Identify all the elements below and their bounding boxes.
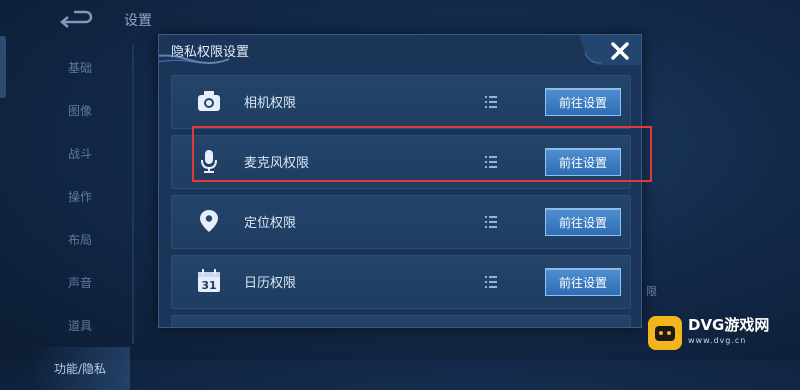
list-icon — [485, 216, 497, 228]
watermark: DVG游戏网 www.dvg.cn — [648, 312, 798, 354]
list-icon — [485, 156, 497, 168]
calendar-icon: 31 — [198, 269, 220, 292]
privacy-permission-dialog: 隐私权限设置 相机权限 前往设置 麦克风权限 前往设置 定位权限 前往设置 31… — [158, 34, 642, 328]
calendar-day-number: 31 — [201, 279, 216, 292]
close-icon[interactable] — [609, 40, 631, 62]
permission-row-microphone: 麦克风权限 前往设置 — [171, 135, 631, 189]
menu-item-basic[interactable]: 基础 — [30, 46, 130, 89]
permission-label: 日历权限 — [244, 276, 297, 291]
list-icon — [485, 96, 497, 108]
go-settings-button[interactable]: 前往设置 — [545, 268, 621, 296]
list-icon — [485, 276, 497, 288]
settings-menu: 基础 图像 战斗 操作 布局 声音 道具 功能/隐私 — [30, 46, 130, 390]
watermark-brand: DVG游戏网 — [688, 316, 770, 334]
go-settings-button[interactable]: 前往设置 — [545, 148, 621, 176]
dialog-header: 隐私权限设置 — [159, 35, 641, 65]
menu-item-sound[interactable]: 声音 — [30, 261, 130, 304]
microphone-icon — [201, 150, 217, 173]
brand-logo-icon — [648, 316, 682, 350]
settings-title: 设置 — [124, 13, 152, 29]
permission-row-calendar: 31 日历权限 前往设置 — [171, 255, 631, 309]
permission-list: 相机权限 前往设置 麦克风权限 前往设置 定位权限 前往设置 31 日历权限 前… — [171, 75, 631, 327]
menu-item-battle[interactable]: 战斗 — [30, 132, 130, 175]
permission-row-location: 定位权限 前往设置 — [171, 195, 631, 249]
menu-item-items[interactable]: 道具 — [30, 304, 130, 347]
menu-item-controls[interactable]: 操作 — [30, 175, 130, 218]
go-settings-button[interactable]: 前往设置 — [545, 88, 621, 116]
menu-divider — [132, 44, 134, 344]
permission-label: 定位权限 — [244, 216, 297, 231]
swirl-ornament-icon — [159, 54, 230, 64]
permission-row-partial — [171, 315, 631, 327]
menu-item-layout[interactable]: 布局 — [30, 218, 130, 261]
permission-row-camera: 相机权限 前往设置 — [171, 75, 631, 129]
go-settings-button[interactable]: 前往设置 — [545, 208, 621, 236]
permission-label: 麦克风权限 — [244, 156, 310, 171]
watermark-url: www.dvg.cn — [688, 336, 747, 345]
menu-item-privacy[interactable]: 功能/隐私 — [30, 347, 130, 390]
location-pin-icon — [200, 210, 218, 232]
menu-item-graphics[interactable]: 图像 — [30, 89, 130, 132]
camera-icon — [198, 91, 220, 111]
left-edge-tab[interactable] — [0, 36, 6, 98]
background-text-fragment: 限 — [646, 285, 657, 298]
permission-label: 相机权限 — [244, 96, 297, 111]
back-arrow-icon[interactable] — [58, 8, 94, 28]
